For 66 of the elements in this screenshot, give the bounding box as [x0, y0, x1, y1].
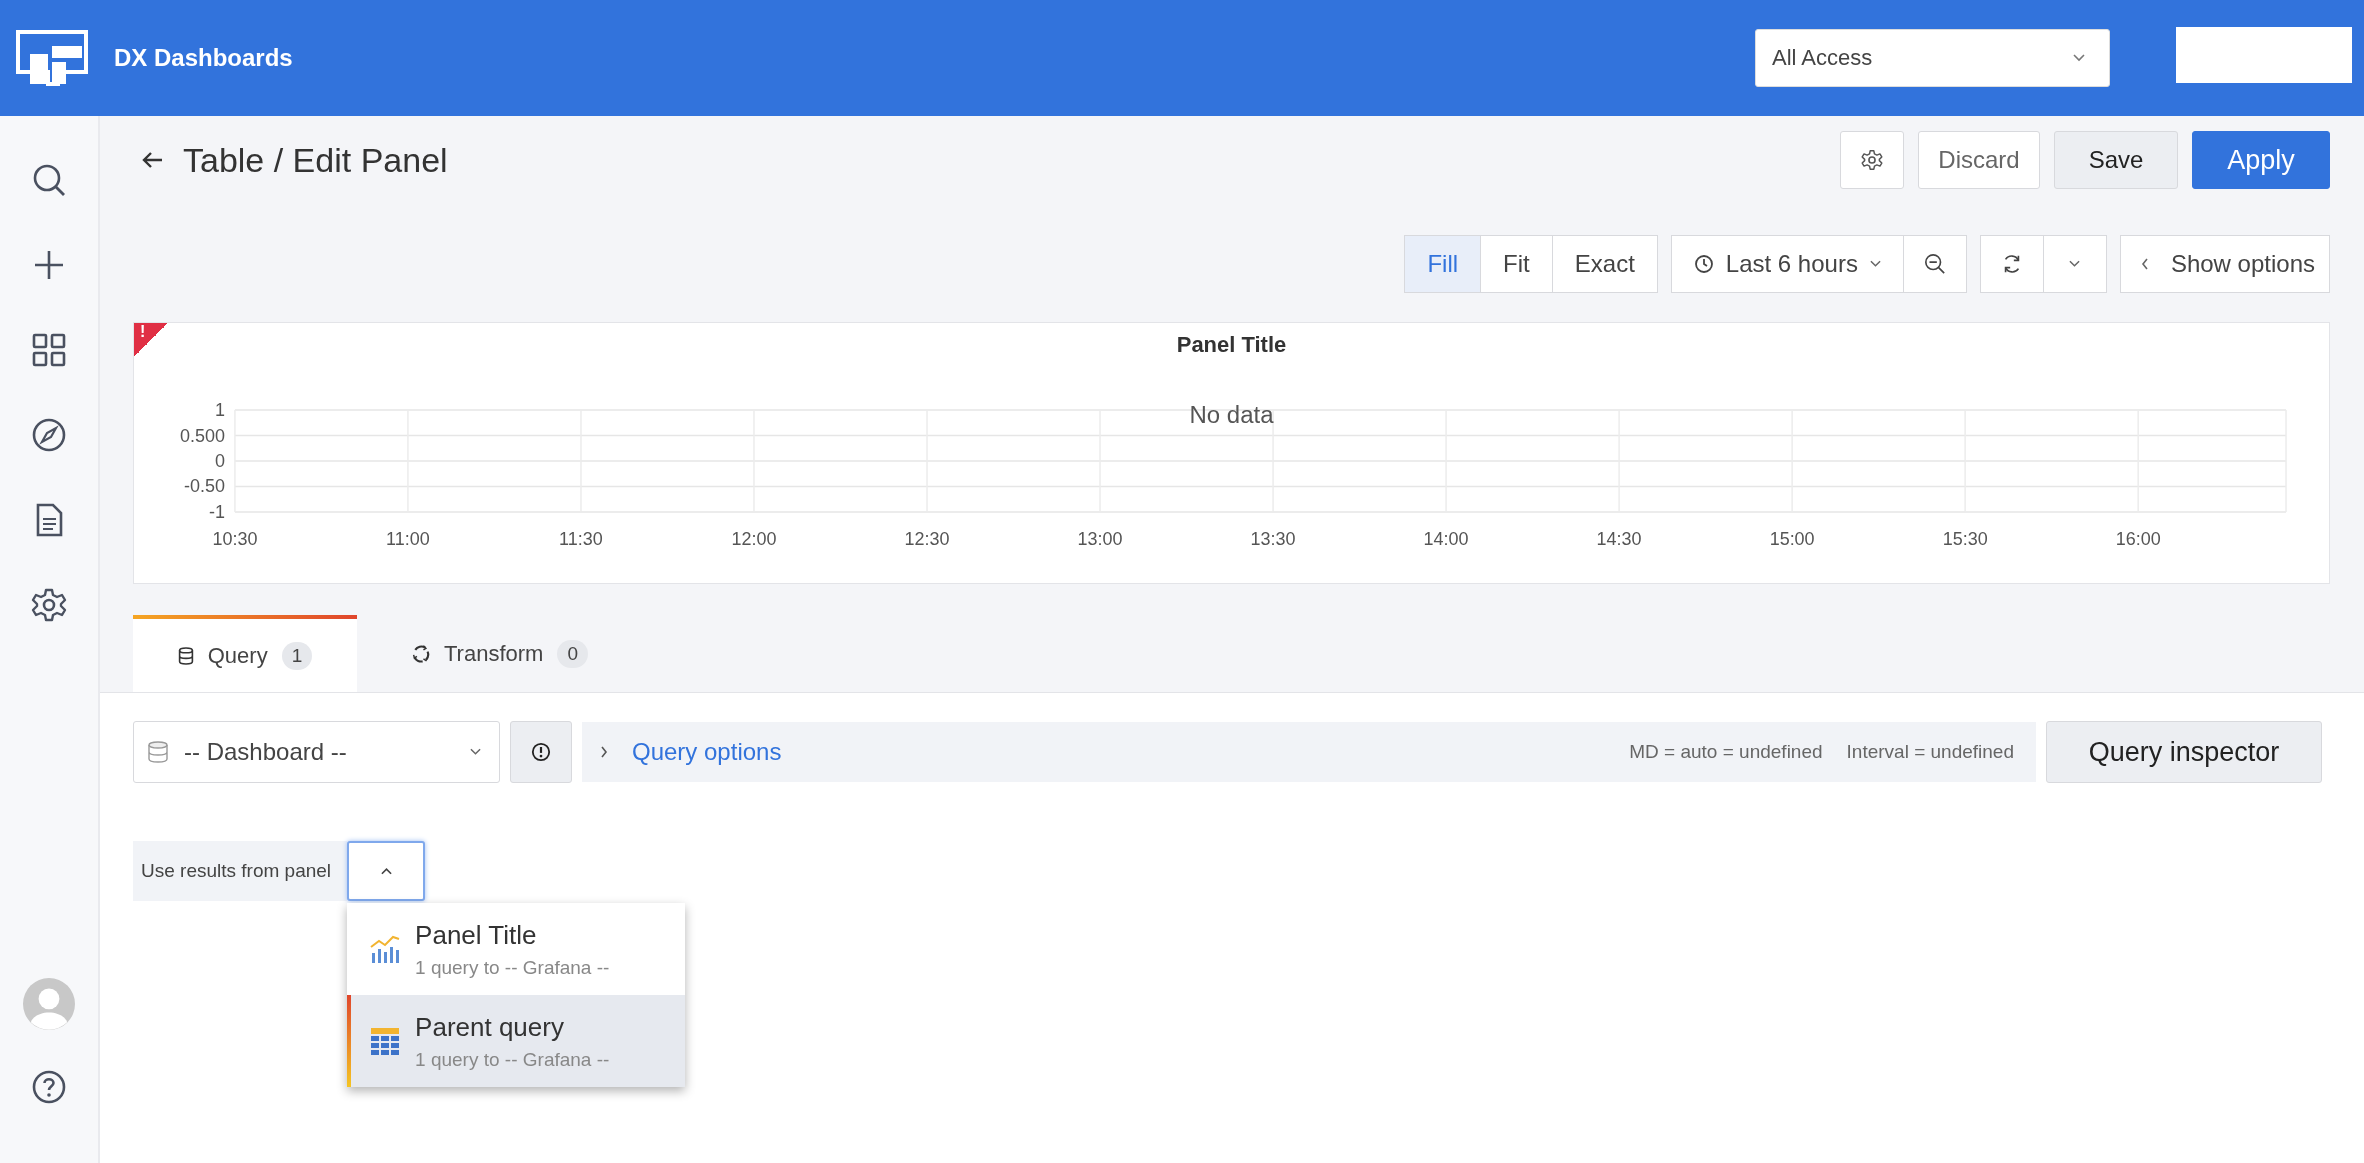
grid-icon[interactable]	[31, 332, 67, 368]
no-data-message: No data	[1189, 401, 1274, 429]
database-icon	[146, 740, 170, 764]
x-axis-label: 11:30	[559, 528, 603, 549]
panel-title: Panel Title	[1176, 332, 1287, 358]
table-icon	[369, 1025, 402, 1057]
x-axis-label: 13:30	[1250, 528, 1296, 549]
time-range-picker[interactable]: Last 6 hours	[1670, 235, 1904, 293]
caret-icon	[2069, 260, 2081, 268]
x-axis-label: 14:30	[1596, 528, 1642, 549]
chevron-right-icon[interactable]	[600, 746, 608, 758]
datasource-select[interactable]: -- Dashboard --	[133, 721, 500, 783]
back-arrow-icon[interactable]	[141, 151, 163, 169]
x-axis-label: 16:00	[2115, 528, 2161, 549]
view-mode-tab[interactable]: Fill	[1404, 235, 1482, 293]
save-button[interactable]: Save	[2054, 131, 2178, 189]
org-select[interactable]: All Access	[1755, 29, 2110, 87]
info-button[interactable]	[510, 721, 572, 783]
info-icon	[531, 742, 551, 762]
help-icon[interactable]	[31, 1069, 67, 1105]
caret-icon	[2073, 54, 2085, 62]
transform-icon	[412, 644, 430, 663]
x-axis-label: 11:00	[386, 528, 430, 549]
caret-icon	[1869, 260, 1881, 268]
editor-tab[interactable]: Query 1	[133, 615, 357, 692]
y-axis-label: 0	[214, 451, 225, 471]
x-axis-label: 15:30	[1942, 528, 1988, 549]
query-options-link[interactable]: Query options	[632, 738, 782, 766]
error-badge: !	[134, 323, 168, 357]
view-mode-tab[interactable]: Exact	[1551, 235, 1658, 293]
chevron-left-icon	[2140, 258, 2149, 270]
x-axis-label: 12:00	[731, 528, 777, 549]
panel-option[interactable]: Panel Title 1 query to -- Grafana --	[347, 903, 686, 995]
y-axis-label: -1	[208, 501, 225, 522]
y-axis-label: 0.500	[179, 425, 225, 446]
discard-button[interactable]: Discard	[1918, 131, 2040, 189]
show-options-button[interactable]: Show options	[2119, 235, 2330, 293]
x-axis-label: 13:00	[1077, 528, 1123, 549]
page-title: Table / Edit Panel	[183, 140, 448, 180]
caret-icon	[470, 748, 481, 756]
max-data-points-info: MD = auto = undefined	[1629, 741, 1823, 763]
search-icon[interactable]	[31, 162, 67, 198]
zoom-out-button[interactable]	[1902, 235, 1967, 293]
y-axis-label: -0.50	[183, 476, 225, 497]
panel-option[interactable]: Parent query 1 query to -- Grafana --	[347, 995, 686, 1087]
settings-icon[interactable]	[31, 587, 67, 623]
view-mode-tab[interactable]: Fit	[1480, 235, 1553, 293]
gear-icon	[1861, 149, 1883, 171]
compass-icon[interactable]	[31, 417, 67, 453]
caret-icon	[380, 867, 392, 875]
apply-button[interactable]: Apply	[2192, 131, 2330, 189]
zoom-out-icon	[1923, 253, 1946, 275]
y-axis-label: 1	[214, 400, 225, 421]
clock-icon	[1693, 254, 1714, 274]
database-icon	[177, 646, 194, 665]
editor-tab[interactable]: Transform 0	[390, 615, 610, 692]
query-inspector-button[interactable]: Query inspector	[2046, 721, 2322, 783]
x-axis-label: 12:30	[904, 528, 950, 549]
x-axis-label: 15:00	[1769, 528, 1815, 549]
settings-button[interactable]	[1840, 131, 1904, 189]
brand-title: DX Dashboards	[114, 44, 293, 72]
field-label: Use results from panel	[133, 841, 348, 901]
graph-icon	[369, 933, 402, 965]
x-axis-label: 10:30	[212, 528, 258, 549]
x-axis-label: 14:00	[1423, 528, 1469, 549]
interval-info: Interval = undefined	[1846, 741, 2014, 763]
